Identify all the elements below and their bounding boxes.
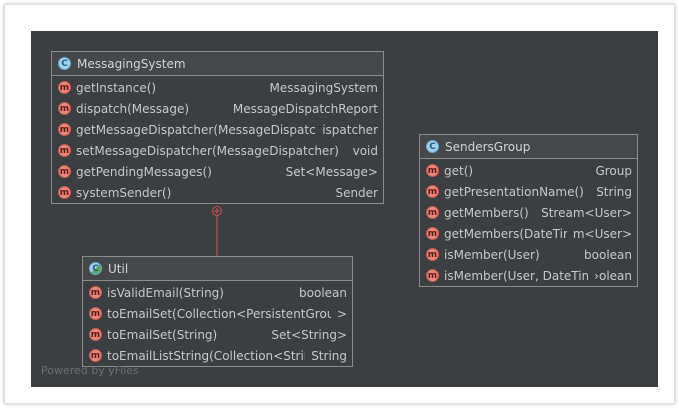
method-name: systemSender() — [76, 185, 172, 200]
method-name: isMember(User, DateTime) — [444, 268, 589, 283]
method-return-type: String — [311, 348, 347, 363]
method-row[interactable]: m get() Group — [420, 160, 637, 181]
method-name: getMembers(DateTime) — [444, 226, 567, 241]
watermark: Powered by yFiles — [41, 364, 139, 377]
method-return-type: MessageDispatchReport — [232, 101, 378, 116]
method-row[interactable]: m systemSender() Sender — [52, 182, 383, 203]
method-return-type: String — [596, 184, 632, 199]
method-return-type: boolean — [299, 285, 347, 300]
method-name: toEmailListString(Collection<String>) — [107, 348, 305, 363]
method-row[interactable]: m getMessageDispatcher(MessageDispatcher… — [52, 119, 383, 140]
method-return-type: Stream<User> — [541, 205, 632, 220]
class-header: C Util — [83, 257, 352, 281]
method-name: dispatch(Message) — [76, 101, 190, 116]
class-messaging-system[interactable]: C MessagingSystem m getInstance() Messag… — [51, 51, 384, 204]
method-return-type: MessagingSystem — [269, 80, 378, 95]
method-row[interactable]: m toEmailListString(Collection<String>) … — [83, 345, 352, 366]
class-name: MessagingSystem — [77, 56, 186, 71]
diagram-canvas: C MessagingSystem m getInstance() Messag… — [31, 31, 658, 387]
method-return-type: Sender — [335, 185, 378, 200]
method-icon: m — [426, 269, 439, 282]
class-members: m getInstance() MessagingSystem m dispat… — [52, 76, 383, 203]
method-icon: m — [89, 349, 102, 362]
method-name: getMembers() — [444, 205, 529, 220]
method-icon: m — [426, 227, 439, 240]
static-class-icon: C — [89, 262, 102, 275]
method-row[interactable]: m getPresentationName() String — [420, 181, 637, 202]
method-return-type: Set<String> — [271, 327, 347, 342]
class-header: C SendersGroup — [420, 135, 637, 159]
method-name: getPresentationName() — [444, 184, 584, 199]
method-icon: m — [58, 165, 71, 178]
method-row[interactable]: m toEmailSet(Collection<PersistentGroup>… — [83, 303, 352, 324]
class-icon: C — [58, 57, 71, 70]
method-icon: m — [426, 206, 439, 219]
method-row[interactable]: m getMembers(DateTime) m<User> — [420, 223, 637, 244]
class-icon: C — [426, 140, 439, 153]
method-name: toEmailSet(Collection<PersistentGroup>) — [107, 306, 331, 321]
method-icon: m — [89, 286, 102, 299]
method-row[interactable]: m getPendingMessages() Set<Message> — [52, 161, 383, 182]
method-row[interactable]: m getMembers() Stream<User> — [420, 202, 637, 223]
method-row[interactable]: m setMessageDispatcher(MessageDispatcher… — [52, 140, 383, 161]
method-name: getInstance() — [76, 80, 157, 95]
class-senders-group[interactable]: C SendersGroup m get() Group m getPresen… — [419, 134, 638, 287]
method-row[interactable]: m isMember(User, DateTime) ›olean — [420, 265, 637, 286]
diagram-frame: C MessagingSystem m getInstance() Messag… — [4, 4, 675, 404]
method-name: isMember(User) — [444, 247, 540, 262]
method-row[interactable]: m toEmailSet(String) Set<String> — [83, 324, 352, 345]
method-icon: m — [58, 123, 71, 136]
method-icon: m — [58, 144, 71, 157]
method-icon: m — [89, 307, 102, 320]
method-name: getMessageDispatcher(MessageDispatcher) — [76, 122, 317, 137]
method-icon: m — [426, 248, 439, 261]
method-return-type: ›olean — [594, 268, 632, 283]
method-icon: m — [89, 328, 102, 341]
method-icon: m — [426, 164, 439, 177]
method-icon: m — [58, 102, 71, 115]
method-return-type: Group — [595, 163, 632, 178]
method-return-type: m<User> — [572, 226, 632, 241]
method-return-type: ispatcher — [322, 122, 378, 137]
method-row[interactable]: m isValidEmail(String) boolean — [83, 282, 352, 303]
method-row[interactable]: m getInstance() MessagingSystem — [52, 77, 383, 98]
method-row[interactable]: m isMember(User) boolean — [420, 244, 637, 265]
class-name: SendersGroup — [445, 139, 531, 154]
class-members: m get() Group m getPresentationName() St… — [420, 159, 637, 286]
method-name: get() — [444, 163, 474, 178]
method-name: setMessageDispatcher(MessageDispatcher) — [76, 143, 339, 158]
class-name: Util — [108, 261, 129, 276]
method-return-type: > — [336, 306, 347, 321]
class-header: C MessagingSystem — [52, 52, 383, 76]
method-icon: m — [58, 81, 71, 94]
method-icon: m — [426, 185, 439, 198]
class-members: m isValidEmail(String) boolean m toEmail… — [83, 281, 352, 366]
method-name: isValidEmail(String) — [107, 285, 224, 300]
method-name: toEmailSet(String) — [107, 327, 218, 342]
method-return-type: void — [352, 143, 378, 158]
method-name: getPendingMessages() — [76, 164, 212, 179]
method-row[interactable]: m dispatch(Message) MessageDispatchRepor… — [52, 98, 383, 119]
method-return-type: boolean — [584, 247, 632, 262]
method-return-type: Set<Message> — [285, 164, 378, 179]
class-util[interactable]: C Util m isValidEmail(String) boolean m … — [82, 256, 353, 367]
method-icon: m — [58, 186, 71, 199]
